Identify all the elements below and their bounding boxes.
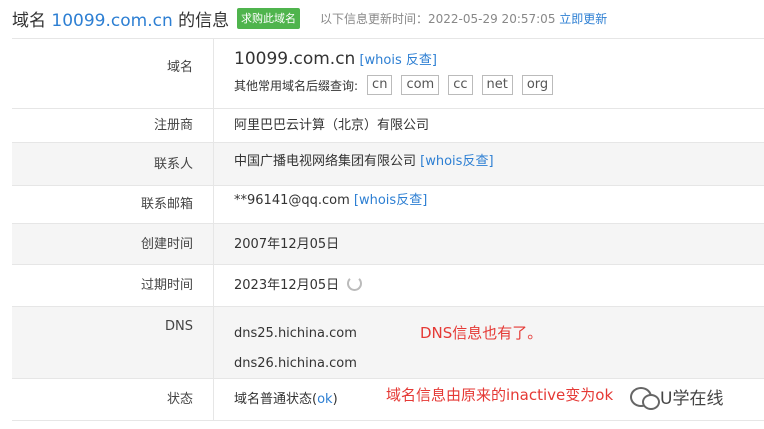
page-header: 域名 10099.com.cn 的信息 求购此域名 以下信息更新时间：2022-…: [0, 0, 764, 38]
suffix-query: 其他常用域名后缀查询: cn com cc net org: [234, 75, 554, 95]
status-suffix: ): [332, 392, 338, 407]
update-info: 以下信息更新时间：2022-05-29 20:57:05 立即更新: [320, 10, 607, 27]
suffix-com[interactable]: com: [401, 75, 440, 95]
refresh-icon[interactable]: [347, 276, 363, 291]
value-contact: 中国广播电视网络集团有限公司 [whois反查]: [234, 143, 494, 181]
row-domain: 域名 10099.com.cn [whois 反查] 其他常用域名后缀查询: c…: [12, 39, 764, 109]
label-email: 联系邮箱: [12, 186, 214, 223]
value-dns: dns25.hichina.com dns26.hichina.com: [234, 319, 357, 379]
status-prefix: 域名普通状态(: [234, 392, 318, 407]
refresh-now-link[interactable]: 立即更新: [559, 12, 607, 26]
row-expires: 过期时间 2023年12月05日: [12, 265, 764, 307]
suffix-org[interactable]: org: [521, 75, 554, 95]
dns-annotation: DNS信息也有了。: [420, 324, 543, 342]
title-suffix: 的信息: [178, 11, 230, 31]
contact-name: 中国广播电视网络集团有限公司: [234, 154, 417, 169]
update-time-text: 以下信息更新时间：2022-05-29 20:57:05: [320, 12, 556, 26]
domain-whois-link[interactable]: [whois 反查]: [359, 53, 437, 68]
wechat-icon: [630, 386, 660, 410]
title-domain[interactable]: 10099.com.cn: [51, 11, 172, 31]
value-email: **96141@qq.com [whois反查]: [234, 186, 427, 216]
watermark-text: U学在线: [660, 389, 724, 409]
status-ok-link[interactable]: ok: [317, 392, 332, 407]
dns-server-2: dns26.hichina.com: [234, 356, 357, 371]
label-domain: 域名: [12, 39, 214, 108]
value-registrar: 阿里巴巴云计算（北京）有限公司: [234, 118, 430, 133]
watermark: U学在线: [630, 384, 724, 410]
dns-server-1: dns25.hichina.com: [234, 326, 357, 341]
row-dns: DNS dns25.hichina.com dns26.hichina.com: [12, 307, 764, 379]
expires-date: 2023年12月05日: [234, 278, 340, 293]
value-expires: 2023年12月05日: [234, 265, 363, 307]
row-contact: 联系人 中国广播电视网络集团有限公司 [whois反查]: [12, 143, 764, 186]
email-address: **96141@qq.com: [234, 193, 350, 208]
domain-info-table: 域名 10099.com.cn [whois 反查] 其他常用域名后缀查询: c…: [12, 38, 764, 421]
page-title: 域名 10099.com.cn 的信息: [12, 6, 229, 31]
suffix-net[interactable]: net: [481, 75, 513, 95]
label-expires: 过期时间: [12, 265, 214, 306]
suffix-cc[interactable]: cc: [448, 75, 473, 95]
contact-whois-link[interactable]: [whois反查]: [420, 154, 493, 169]
label-status: 状态: [12, 379, 214, 420]
row-created: 创建时间 2007年12月05日: [12, 224, 764, 265]
label-registrar: 注册商: [12, 109, 214, 142]
label-created: 创建时间: [12, 224, 214, 264]
suffix-cn[interactable]: cn: [367, 75, 393, 95]
title-prefix: 域名: [12, 11, 46, 31]
status-annotation: 域名信息由原来的inactive变为ok: [386, 386, 614, 404]
label-contact: 联系人: [12, 143, 214, 185]
value-domain: 10099.com.cn [whois 反查] 其他常用域名后缀查询: cn c…: [234, 49, 554, 95]
label-dns: DNS: [12, 307, 214, 378]
row-registrar: 注册商 阿里巴巴云计算（北京）有限公司: [12, 109, 764, 143]
buy-domain-button[interactable]: 求购此域名: [237, 8, 300, 29]
value-created: 2007年12月05日: [234, 237, 340, 252]
row-email: 联系邮箱 **96141@qq.com [whois反查]: [12, 186, 764, 224]
suffix-label: 其他常用域名后缀查询:: [234, 78, 359, 93]
value-status: 域名普通状态(ok): [234, 379, 338, 421]
domain-name: 10099.com.cn: [234, 49, 356, 69]
email-whois-link[interactable]: [whois反查]: [354, 193, 427, 208]
